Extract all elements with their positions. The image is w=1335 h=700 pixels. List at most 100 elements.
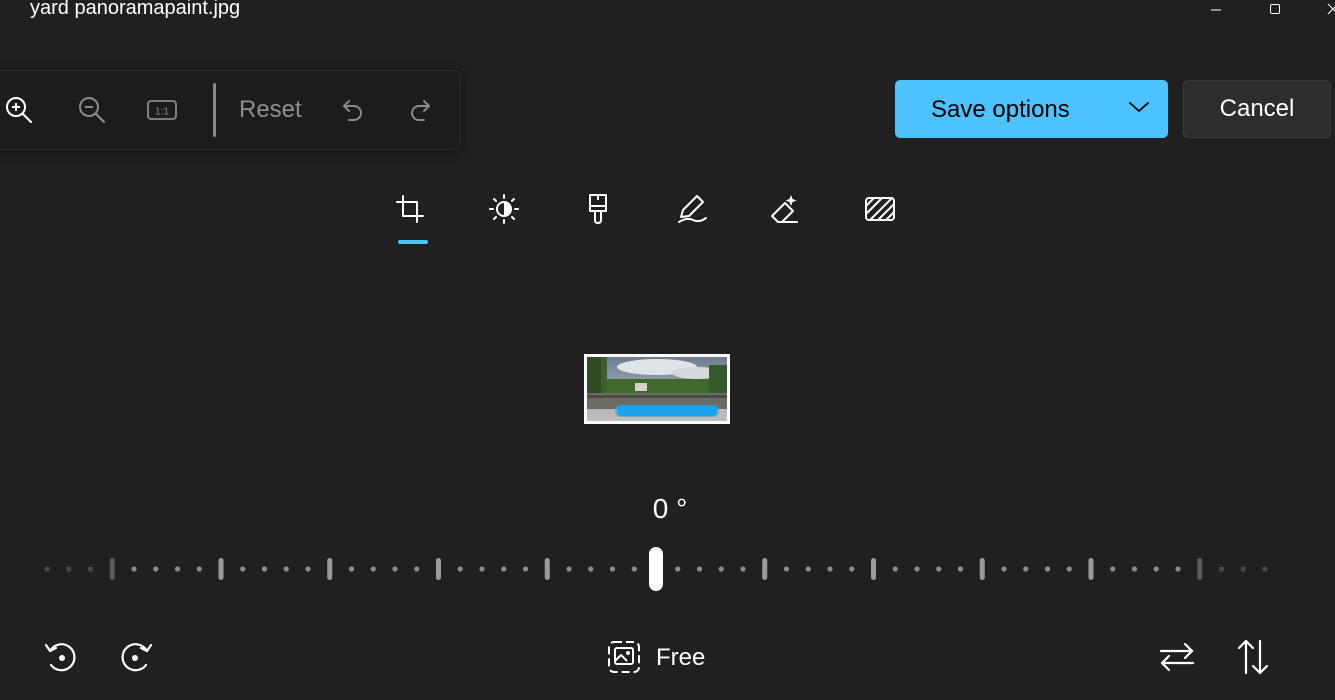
ruler-tick [588, 566, 594, 572]
ruler-tick [740, 566, 746, 572]
tab-selected-indicator [398, 240, 428, 244]
crop-handle[interactable] [584, 399, 587, 403]
ruler-tick [196, 566, 202, 572]
crop-handle[interactable] [631, 354, 635, 357]
tab-background[interactable] [860, 192, 900, 226]
ruler-tick [218, 558, 224, 580]
ruler-tick [327, 558, 333, 580]
ruler-tick [827, 566, 833, 572]
ruler-tick [1044, 566, 1051, 572]
ruler-tick [414, 566, 420, 572]
rotate-left-button[interactable] [41, 637, 81, 677]
crop-handle[interactable] [584, 375, 587, 379]
aspect-ratio-icon [608, 641, 640, 673]
window-title: yard panoramapaint.jpg [30, 0, 241, 19]
crop-handle[interactable] [727, 375, 730, 379]
ruler-tick [1153, 566, 1159, 572]
minimize-button[interactable] [1193, 0, 1239, 18]
ruler-tick [348, 566, 355, 572]
adjustment-icon [489, 194, 519, 224]
ruler-tick [936, 566, 942, 572]
zoom-in-icon [6, 97, 33, 124]
crop-handle[interactable] [681, 354, 685, 357]
ruler-tick [805, 566, 811, 572]
rotation-angle-label: 0 ° [652, 493, 688, 524]
actual-size-label: 1:1 [155, 107, 169, 118]
toolbar-divider [213, 83, 216, 137]
crop-handle[interactable] [631, 421, 635, 424]
ruler-tick [174, 566, 181, 572]
tab-erase[interactable] [766, 192, 806, 226]
ruler-tick [871, 558, 876, 580]
ruler-tick [1175, 566, 1181, 572]
minimize-icon [1211, 9, 1221, 11]
ruler-tick [783, 566, 790, 572]
zoom-in-button[interactable] [1, 92, 37, 128]
ruler-tick [1197, 558, 1203, 580]
rotation-slider-thumb[interactable] [649, 547, 663, 591]
ruler-tick [1023, 566, 1029, 572]
flip-horizontal-icon [1159, 642, 1195, 672]
background-icon [865, 197, 895, 221]
chevron-down-icon[interactable] [1128, 100, 1150, 114]
ruler-tick [1001, 566, 1007, 572]
flip-vertical-button[interactable] [1233, 637, 1273, 677]
ruler-tick [44, 566, 50, 572]
rotate-right-icon [121, 643, 153, 672]
ruler-tick [914, 566, 920, 572]
photo-preview[interactable] [584, 354, 730, 424]
cancel-button[interactable]: Cancel [1183, 80, 1331, 138]
tab-filter[interactable] [578, 192, 618, 226]
ruler-tick [718, 566, 724, 572]
undo-button[interactable] [334, 93, 368, 127]
ruler-tick [153, 566, 159, 572]
ruler-tick [1218, 566, 1225, 572]
save-options-button[interactable]: Save options [895, 80, 1168, 138]
panorama-image [587, 357, 727, 421]
zoom-toolbar: 1:1 Reset [0, 70, 461, 150]
ruler-tick [631, 566, 637, 572]
markup-icon [678, 195, 707, 223]
rotation-slider[interactable] [0, 545, 1335, 595]
ruler-tick [544, 558, 550, 580]
tab-adjustment[interactable] [484, 192, 524, 226]
actual-size-button[interactable]: 1:1 [145, 95, 179, 125]
maximize-button[interactable] [1252, 0, 1298, 18]
crop-icon [396, 195, 424, 223]
close-button[interactable] [1310, 0, 1335, 18]
erase-icon [771, 195, 798, 223]
ruler-tick [1131, 566, 1138, 572]
ruler-tick [392, 566, 398, 572]
ruler-tick [566, 566, 572, 572]
rotate-left-icon [44, 643, 76, 672]
aspect-ratio-button[interactable] [604, 637, 644, 677]
ruler-tick [436, 558, 441, 580]
zoom-out-icon [79, 97, 106, 124]
aspect-ratio-label[interactable]: Free [656, 644, 705, 672]
ruler-tick [522, 566, 529, 572]
flip-horizontal-button[interactable] [1157, 637, 1197, 677]
crop-handle[interactable] [727, 399, 730, 403]
save-options-label: Save options [931, 96, 1070, 123]
maximize-icon [1270, 4, 1280, 14]
tab-markup[interactable] [672, 192, 712, 226]
ruler-tick [501, 566, 507, 572]
tab-crop[interactable] [390, 192, 430, 226]
ruler-tick [370, 566, 376, 572]
reset-button[interactable]: Reset [239, 96, 302, 124]
ruler-tick [1066, 566, 1072, 572]
redo-button[interactable] [405, 93, 439, 127]
ruler-tick [479, 566, 485, 572]
ruler-tick [957, 566, 964, 572]
ruler-tick [979, 558, 985, 580]
ruler-tick [66, 566, 72, 572]
rotate-right-button[interactable] [116, 637, 156, 677]
ruler-tick [109, 558, 115, 580]
ruler-tick [849, 566, 855, 572]
zoom-out-button[interactable] [74, 92, 110, 128]
ruler-tick [305, 566, 311, 572]
undo-icon [343, 100, 362, 121]
crop-handle[interactable] [681, 421, 685, 424]
ruler-tick [762, 558, 768, 580]
flip-vertical-icon [1237, 639, 1269, 675]
